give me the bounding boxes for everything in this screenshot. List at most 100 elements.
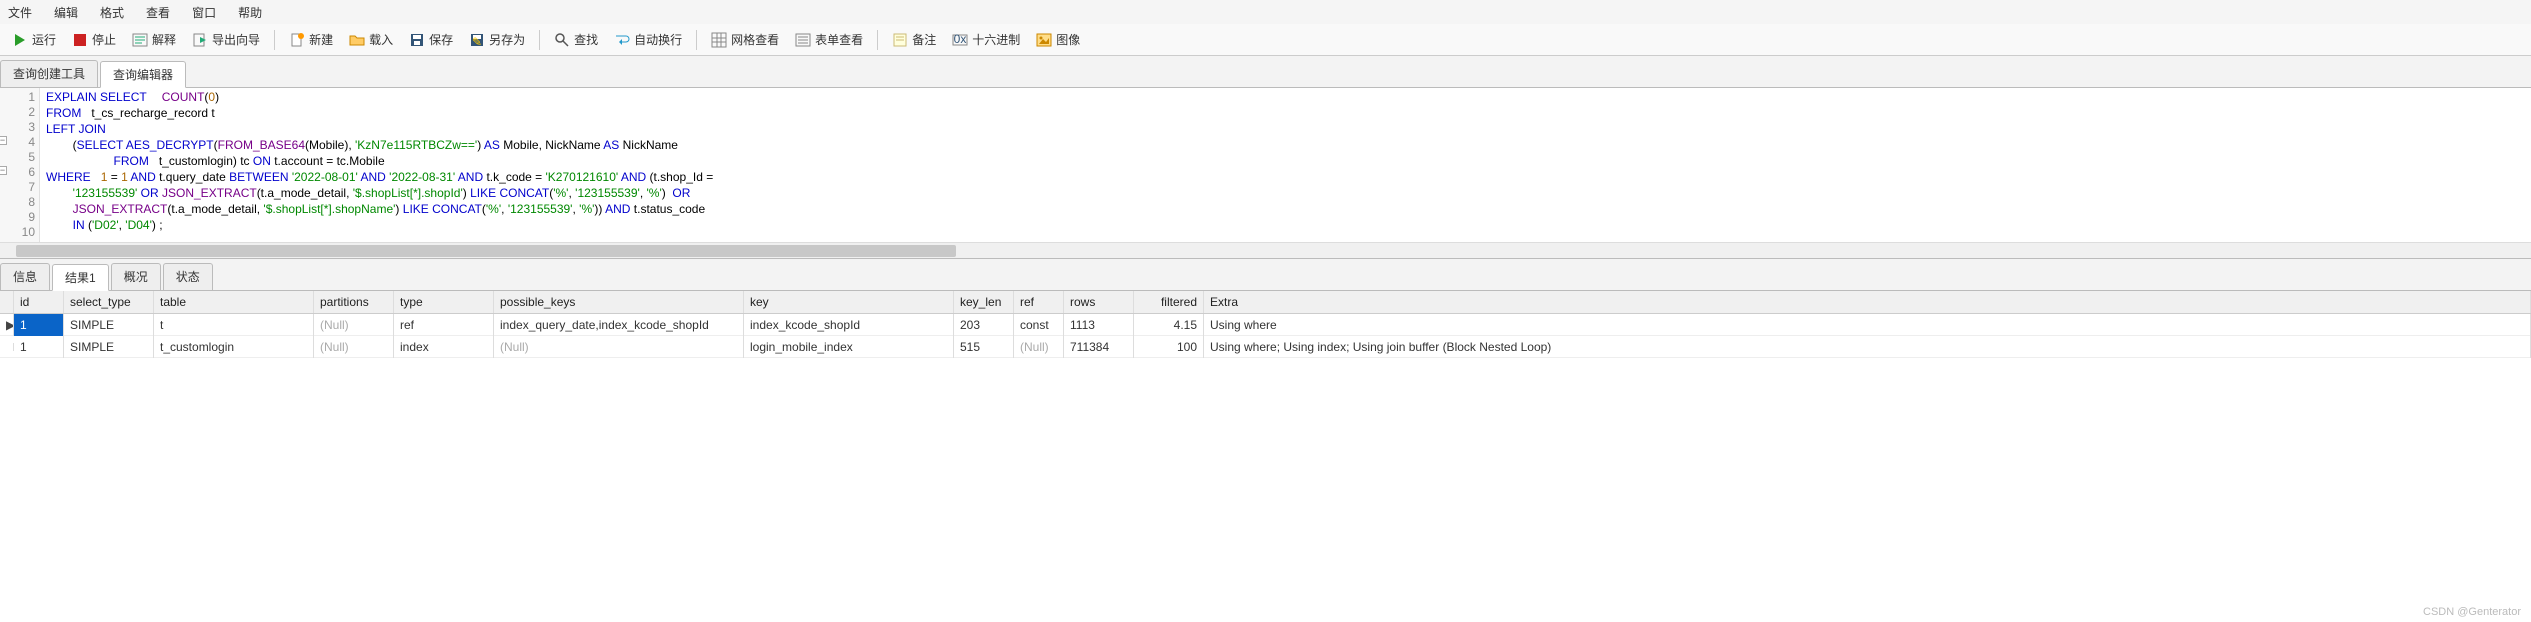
cell-table[interactable]: t_customlogin	[154, 336, 314, 358]
cell-possible-keys[interactable]: (Null)	[494, 336, 744, 358]
cell-rows[interactable]: 1113	[1064, 314, 1134, 336]
gridview-button[interactable]: 网格查看	[705, 29, 785, 50]
autowrap-label: 自动换行	[634, 31, 682, 48]
new-icon	[289, 32, 305, 48]
cell-type[interactable]: ref	[394, 314, 494, 336]
cell-rows[interactable]: 711384	[1064, 336, 1134, 358]
saveas-label: 另存为	[489, 31, 525, 48]
cell-ref[interactable]: const	[1014, 314, 1064, 336]
formview-label: 表单查看	[815, 31, 863, 48]
stop-button[interactable]: 停止	[66, 29, 122, 50]
explain-icon	[132, 32, 148, 48]
row-indicator	[0, 343, 14, 351]
tab-result1[interactable]: 结果1	[52, 264, 109, 291]
watermark: CSDN @Genterator	[2423, 606, 2521, 618]
menu-help[interactable]: 帮助	[238, 4, 262, 21]
menu-window[interactable]: 窗口	[192, 4, 216, 21]
col-rows[interactable]: rows	[1064, 291, 1134, 313]
save-button[interactable]: 保存	[403, 29, 459, 50]
col-ref[interactable]: ref	[1014, 291, 1064, 313]
load-button[interactable]: 载入	[343, 29, 399, 50]
grid-row[interactable]: 1 SIMPLE t_customlogin (Null) index (Nul…	[0, 336, 2531, 358]
image-button[interactable]: 图像	[1030, 29, 1086, 50]
line-gutter: 123 −45 −67 8910	[0, 88, 40, 242]
cell-partitions[interactable]: (Null)	[314, 336, 394, 358]
svg-text:0x: 0x	[954, 32, 967, 46]
cell-possible-keys[interactable]: index_query_date,index_kcode_shopId	[494, 314, 744, 336]
menu-file[interactable]: 文件	[8, 4, 32, 21]
note-label: 备注	[912, 31, 936, 48]
new-button[interactable]: 新建	[283, 29, 339, 50]
cell-filtered[interactable]: 4.15	[1134, 314, 1204, 336]
horizontal-scrollbar[interactable]	[0, 242, 2531, 258]
save-label: 保存	[429, 31, 453, 48]
menubar: 文件 编辑 格式 查看 窗口 帮助	[0, 0, 2531, 24]
cell-type[interactable]: index	[394, 336, 494, 358]
cell-table[interactable]: t	[154, 314, 314, 336]
col-id[interactable]: id	[14, 291, 64, 313]
find-button[interactable]: 查找	[548, 29, 604, 50]
gridview-label: 网格查看	[731, 31, 779, 48]
cell-extra[interactable]: Using where	[1204, 314, 2531, 336]
editor-tabs: 查询创建工具 查询编辑器	[0, 56, 2531, 88]
grid-row[interactable]: ▶ 1 SIMPLE t (Null) ref index_query_date…	[0, 314, 2531, 336]
image-label: 图像	[1056, 31, 1080, 48]
note-button[interactable]: 备注	[886, 29, 942, 50]
tab-query-builder[interactable]: 查询创建工具	[0, 60, 98, 87]
hex-button[interactable]: 0x 十六进制	[946, 29, 1026, 50]
result-grid: id select_type table partitions type pos…	[0, 291, 2531, 358]
saveas-button[interactable]: ✎另存为	[463, 29, 531, 50]
autowrap-button[interactable]: 自动换行	[608, 29, 688, 50]
cell-extra[interactable]: Using where; Using index; Using join buf…	[1204, 336, 2531, 358]
formview-button[interactable]: 表单查看	[789, 29, 869, 50]
folder-open-icon	[349, 32, 365, 48]
col-filtered[interactable]: filtered	[1134, 291, 1204, 313]
image-icon	[1036, 32, 1052, 48]
col-partitions[interactable]: partitions	[314, 291, 394, 313]
saveas-icon: ✎	[469, 32, 485, 48]
cell-key[interactable]: login_mobile_index	[744, 336, 954, 358]
cell-select-type[interactable]: SIMPLE	[64, 314, 154, 336]
hex-label: 十六进制	[972, 31, 1020, 48]
cell-key[interactable]: index_kcode_shopId	[744, 314, 954, 336]
tab-status[interactable]: 状态	[163, 263, 213, 290]
export-button[interactable]: 导出向导	[186, 29, 266, 50]
col-extra[interactable]: Extra	[1204, 291, 2531, 313]
col-key-len[interactable]: key_len	[954, 291, 1014, 313]
stop-label: 停止	[92, 31, 116, 48]
col-table[interactable]: table	[154, 291, 314, 313]
save-icon	[409, 32, 425, 48]
sql-editor[interactable]: 123 −45 −67 8910 EXPLAIN SELECT COUNT(0)…	[0, 88, 2531, 242]
col-select-type[interactable]: select_type	[64, 291, 154, 313]
cell-select-type[interactable]: SIMPLE	[64, 336, 154, 358]
run-label: 运行	[32, 31, 56, 48]
tab-profile[interactable]: 概况	[111, 263, 161, 290]
explain-label: 解释	[152, 31, 176, 48]
cell-id[interactable]: 1	[14, 336, 64, 358]
menu-edit[interactable]: 编辑	[54, 4, 78, 21]
col-type[interactable]: type	[394, 291, 494, 313]
find-label: 查找	[574, 31, 598, 48]
tab-query-editor[interactable]: 查询编辑器	[100, 61, 186, 88]
separator	[274, 30, 275, 50]
cell-key-len[interactable]: 203	[954, 314, 1014, 336]
run-button[interactable]: 运行	[6, 29, 62, 50]
export-icon	[192, 32, 208, 48]
toolbar: 运行 停止 解释 导出向导 新建 载入 保存 ✎另存为 查找 自动换行 网格查看…	[0, 24, 2531, 56]
play-icon	[12, 32, 28, 48]
scrollbar-thumb[interactable]	[16, 245, 956, 257]
col-key[interactable]: key	[744, 291, 954, 313]
cell-key-len[interactable]: 515	[954, 336, 1014, 358]
tab-info[interactable]: 信息	[0, 263, 50, 290]
cell-partitions[interactable]: (Null)	[314, 314, 394, 336]
explain-button[interactable]: 解释	[126, 29, 182, 50]
new-label: 新建	[309, 31, 333, 48]
menu-view[interactable]: 查看	[146, 4, 170, 21]
row-indicator-icon: ▶	[0, 314, 14, 336]
col-possible-keys[interactable]: possible_keys	[494, 291, 744, 313]
sql-code[interactable]: EXPLAIN SELECT COUNT(0) FROM t_cs_rechar…	[40, 88, 2531, 242]
menu-format[interactable]: 格式	[100, 4, 124, 21]
cell-ref[interactable]: (Null)	[1014, 336, 1064, 358]
cell-id[interactable]: 1	[14, 314, 64, 336]
cell-filtered[interactable]: 100	[1134, 336, 1204, 358]
